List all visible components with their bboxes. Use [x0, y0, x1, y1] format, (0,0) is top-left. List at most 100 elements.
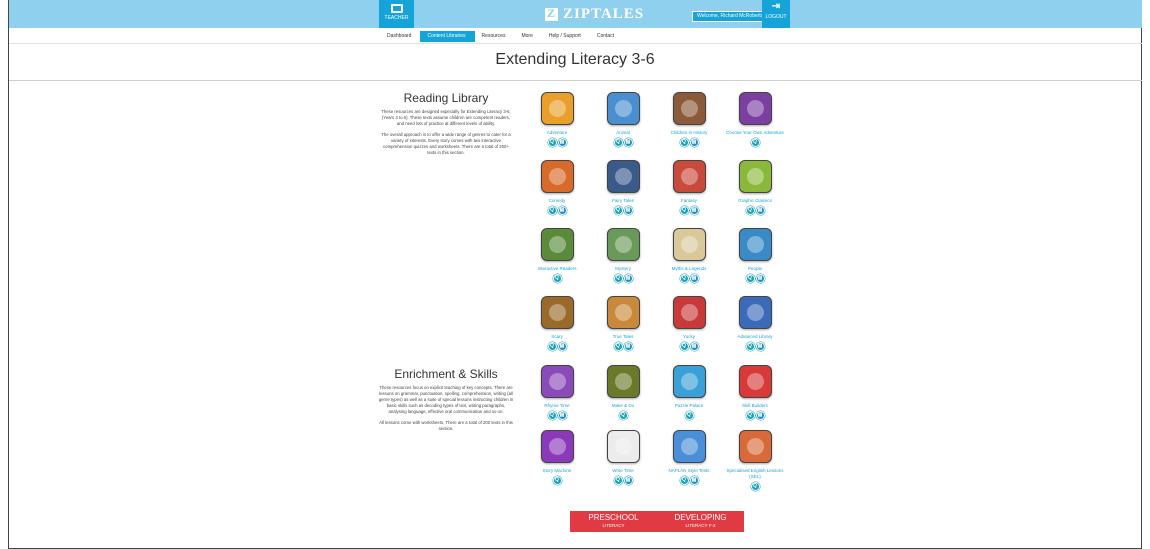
library-tile[interactable]: Choose Your Own Adventure Q [722, 92, 788, 147]
worksheet-icon[interactable]: ▤ [557, 342, 567, 351]
library-tile[interactable]: Mystery Q ▤ [590, 228, 656, 283]
worksheet-icon[interactable]: ▤ [689, 138, 699, 147]
teacher-badge[interactable]: TEACHER [379, 0, 414, 28]
search-icon[interactable]: Q [613, 206, 623, 215]
tile-label[interactable]: Yucky [656, 334, 722, 340]
library-tile[interactable]: Graphic Classics Q ▤ [722, 160, 788, 215]
library-tile[interactable]: Specialised English Lessons (SEL) Q [722, 430, 788, 491]
tile-artwork-icon[interactable] [672, 160, 706, 193]
tile-artwork-icon[interactable] [606, 92, 640, 125]
tile-label[interactable]: True Tales [590, 334, 656, 340]
tile-artwork-icon[interactable] [540, 92, 574, 125]
tile-artwork-icon[interactable] [540, 365, 574, 398]
search-icon[interactable]: Q [547, 206, 557, 215]
tile-artwork-icon[interactable] [738, 92, 772, 125]
library-tile[interactable]: Yucky Q ▤ [656, 296, 722, 351]
nav-content-libraries[interactable]: Content Libraries [420, 31, 475, 42]
worksheet-icon[interactable]: ▤ [689, 206, 699, 215]
tile-artwork-icon[interactable] [738, 160, 772, 193]
tile-label[interactable]: Graphic Classics [722, 198, 788, 204]
tile-artwork-icon[interactable] [672, 430, 706, 463]
library-tile[interactable]: Puzzle Palace Q [656, 365, 722, 420]
tile-artwork-icon[interactable] [606, 430, 640, 463]
search-icon[interactable]: Q [547, 138, 557, 147]
tile-label[interactable]: Myths & Legends [656, 266, 722, 272]
worksheet-icon[interactable]: ▤ [623, 138, 633, 147]
search-icon[interactable]: Q [679, 342, 689, 351]
search-icon[interactable]: Q [750, 482, 760, 491]
search-icon[interactable]: Q [679, 476, 689, 485]
welcome-button[interactable]: Welcome, Richard McRoberts [692, 11, 769, 22]
nav-resources[interactable]: Resources [475, 31, 515, 42]
nav-dashboard[interactable]: Dashboard [380, 31, 420, 42]
tile-artwork-icon[interactable] [606, 296, 640, 329]
worksheet-icon[interactable]: ▤ [689, 476, 699, 485]
nav-contact[interactable]: Contact [590, 31, 623, 42]
tile-label[interactable]: Fantasy [656, 198, 722, 204]
tile-artwork-icon[interactable] [738, 365, 772, 398]
tile-label[interactable]: Rhyme Time [524, 403, 590, 409]
tile-artwork-icon[interactable] [672, 365, 706, 398]
tile-artwork-icon[interactable] [540, 296, 574, 329]
nav-more[interactable]: More [514, 31, 541, 42]
worksheet-icon[interactable]: ▤ [755, 342, 765, 351]
search-icon[interactable]: Q [745, 342, 755, 351]
library-tile[interactable]: Comedy Q ▤ [524, 160, 590, 215]
worksheet-icon[interactable]: ▤ [755, 206, 765, 215]
library-tile[interactable]: Animal Q ▤ [590, 92, 656, 147]
tile-artwork-icon[interactable] [540, 228, 574, 261]
library-tile[interactable]: Make & Do Q [590, 365, 656, 420]
search-icon[interactable]: Q [613, 274, 623, 283]
search-icon[interactable]: Q [613, 476, 623, 485]
library-tile[interactable]: Adventure Q ▤ [524, 92, 590, 147]
search-icon[interactable]: Q [547, 342, 557, 351]
logout-button[interactable]: ⇥ LOGOUT [762, 0, 790, 28]
tile-label[interactable]: Animal [590, 130, 656, 136]
tile-label[interactable]: Children in History [656, 130, 722, 136]
worksheet-icon[interactable]: ▤ [623, 274, 633, 283]
search-icon[interactable]: Q [613, 138, 623, 147]
library-tile[interactable]: Interactive Readers Q [524, 228, 590, 283]
tile-artwork-icon[interactable] [606, 365, 640, 398]
tile-label[interactable]: Adventure [524, 130, 590, 136]
worksheet-icon[interactable]: ▤ [755, 274, 765, 283]
library-tile[interactable]: Children in History Q ▤ [656, 92, 722, 147]
library-tile[interactable]: Fairy Tales Q ▤ [590, 160, 656, 215]
search-icon[interactable]: Q [618, 411, 628, 420]
search-icon[interactable]: Q [679, 138, 689, 147]
library-tile[interactable]: NAPLAN Style Tests Q ▤ [656, 430, 722, 485]
library-tile[interactable]: Write Time Q ▤ [590, 430, 656, 485]
worksheet-icon[interactable]: ▤ [557, 138, 567, 147]
nav-help-support[interactable]: Help / Support [542, 31, 590, 42]
library-tile[interactable]: Myths & Legends Q ▤ [656, 228, 722, 283]
search-icon[interactable]: Q [750, 138, 760, 147]
search-icon[interactable]: Q [679, 274, 689, 283]
library-tile[interactable]: Skill Builders Q ▤ [722, 365, 788, 420]
worksheet-icon[interactable]: ▤ [623, 206, 633, 215]
search-icon[interactable]: Q [679, 206, 689, 215]
tile-artwork-icon[interactable] [738, 296, 772, 329]
tile-label[interactable]: Comedy [524, 198, 590, 204]
search-icon[interactable]: Q [547, 411, 557, 420]
tile-artwork-icon[interactable] [672, 228, 706, 261]
worksheet-icon[interactable]: ▤ [623, 476, 633, 485]
library-tile[interactable]: People Q ▤ [722, 228, 788, 283]
tile-label[interactable]: NAPLAN Style Tests [656, 468, 722, 474]
tile-artwork-icon[interactable] [672, 92, 706, 125]
worksheet-icon[interactable]: ▤ [755, 411, 765, 420]
tile-artwork-icon[interactable] [738, 228, 772, 261]
library-tile[interactable]: True Tales Q ▤ [590, 296, 656, 351]
worksheet-icon[interactable]: ▤ [689, 342, 699, 351]
library-tile[interactable]: Rhyme Time Q ▤ [524, 365, 590, 420]
worksheet-icon[interactable]: ▤ [557, 411, 567, 420]
tile-label[interactable]: Scary [524, 334, 590, 340]
search-icon[interactable]: Q [552, 476, 562, 485]
worksheet-icon[interactable]: ▤ [623, 342, 633, 351]
tile-artwork-icon[interactable] [738, 430, 772, 463]
library-tile[interactable]: Story Machine Q [524, 430, 590, 485]
search-icon[interactable]: Q [745, 411, 755, 420]
tile-artwork-icon[interactable] [606, 228, 640, 261]
library-tile[interactable]: Advanced Library Q ▤ [722, 296, 788, 351]
tile-artwork-icon[interactable] [540, 160, 574, 193]
search-icon[interactable]: Q [745, 206, 755, 215]
